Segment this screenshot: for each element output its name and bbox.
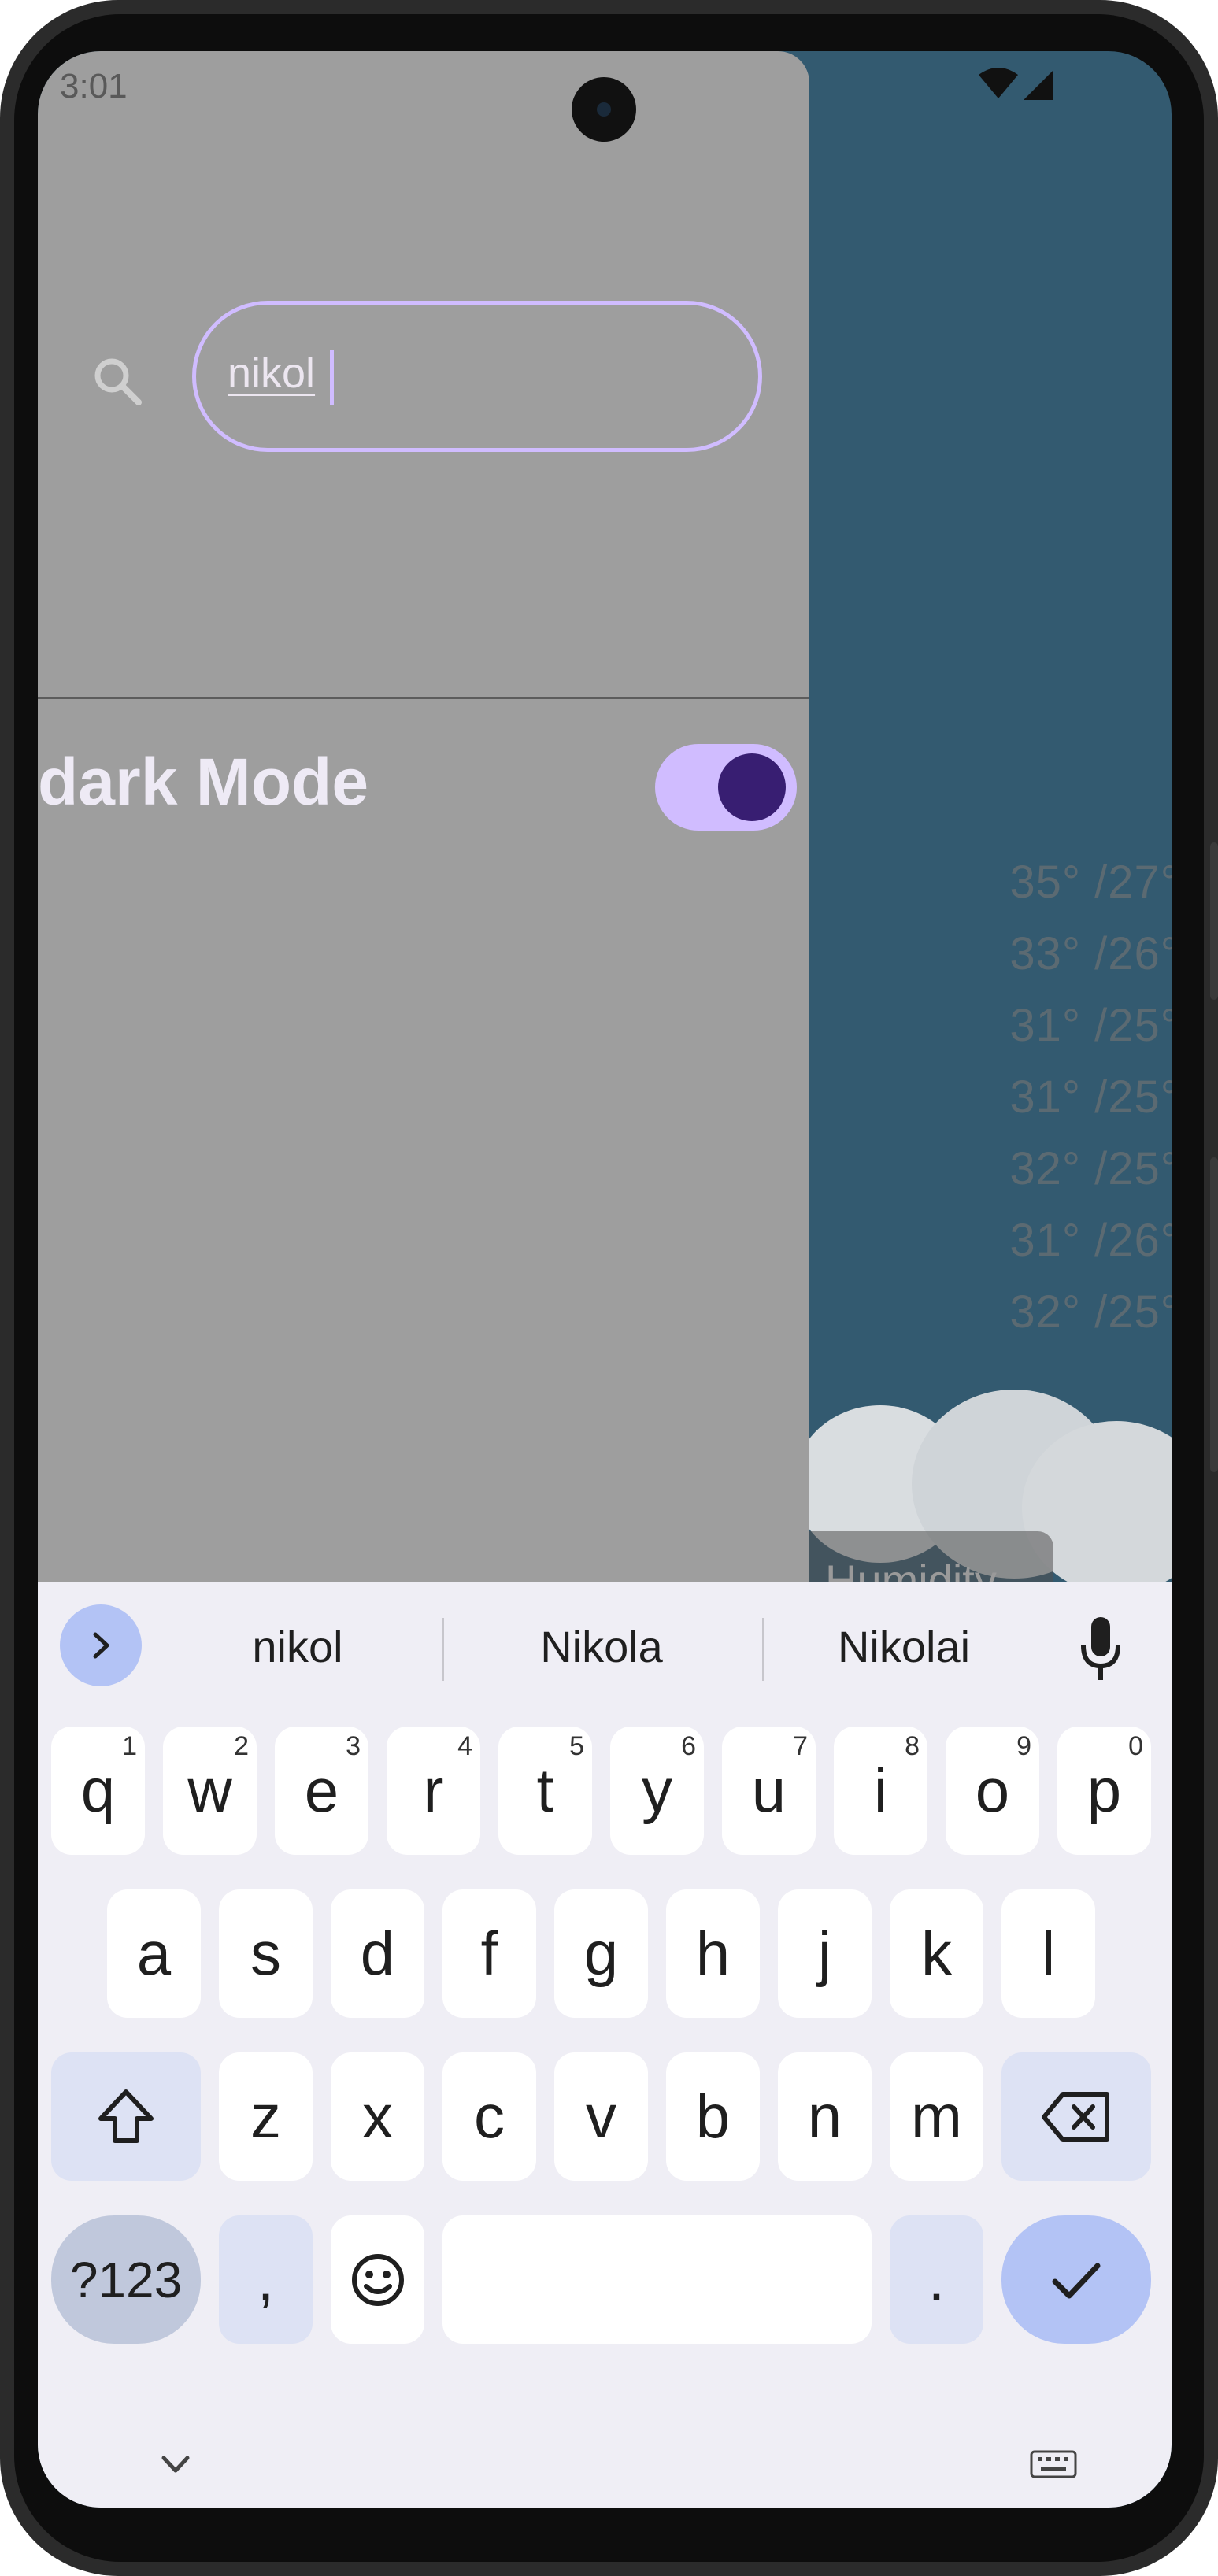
suggestion-separator — [762, 1618, 764, 1681]
enter-key[interactable] — [1001, 2215, 1151, 2344]
key-a[interactable]: a — [107, 1889, 201, 2018]
microphone-icon[interactable] — [1077, 1614, 1124, 1685]
search-input[interactable]: nikol — [192, 301, 762, 452]
hide-keyboard-icon[interactable] — [156, 2448, 195, 2480]
key-r[interactable]: r4 — [387, 1727, 480, 1855]
shift-key[interactable] — [51, 2052, 201, 2181]
backspace-key[interactable] — [1001, 2052, 1151, 2181]
key-x[interactable]: x — [331, 2052, 424, 2181]
emoji-key[interactable] — [331, 2215, 424, 2344]
comma-key[interactable]: , — [219, 2215, 313, 2344]
suggestion-expand-button[interactable] — [60, 1604, 142, 1686]
key-q[interactable]: q1 — [51, 1727, 145, 1855]
emoji-icon — [351, 2253, 404, 2306]
search-icon[interactable] — [87, 350, 150, 413]
dark-mode-label: dark Mode — [38, 745, 369, 819]
key-y[interactable]: y6 — [610, 1727, 704, 1855]
key-i[interactable]: i8 — [834, 1727, 927, 1855]
key-h[interactable]: h — [666, 1889, 760, 2018]
forecast-temp: 31° /26° — [1009, 1215, 1172, 1266]
keyboard-switch-icon[interactable] — [1030, 2448, 1077, 2480]
key-p[interactable]: p0 — [1057, 1727, 1151, 1855]
symbols-key[interactable]: ?123 — [51, 2215, 201, 2344]
chevron-right-icon — [93, 1632, 109, 1659]
status-time: 3:01 — [60, 67, 128, 105]
key-z[interactable]: z — [219, 2052, 313, 2181]
forecast-temp: 31° /25° — [1009, 1071, 1172, 1123]
status-icons — [975, 67, 1061, 106]
volume-button — [1210, 1157, 1218, 1472]
text-cursor — [330, 350, 334, 405]
key-k[interactable]: k — [890, 1889, 983, 2018]
key-t[interactable]: t5 — [498, 1727, 592, 1855]
suggestion-item[interactable]: Nikola — [476, 1608, 727, 1686]
key-s[interactable]: s — [219, 1889, 313, 2018]
forecast-temp: 32° /25° — [1009, 1286, 1172, 1338]
divider — [38, 697, 809, 699]
key-l[interactable]: l — [1001, 1889, 1095, 2018]
space-key[interactable] — [442, 2215, 872, 2344]
key-e[interactable]: e3 — [275, 1727, 368, 1855]
period-key[interactable]: . — [890, 2215, 983, 2344]
front-camera — [572, 77, 636, 142]
screen: 35° /27° 33° /26° 31° /25° 31° /25° 32° … — [38, 51, 1172, 2508]
wifi-signal-icon — [979, 68, 1053, 100]
forecast-temp: 33° /26° — [1009, 928, 1172, 979]
key-w[interactable]: w2 — [163, 1727, 257, 1855]
toggle-knob — [718, 753, 786, 821]
checkmark-icon — [1052, 2263, 1101, 2298]
key-m[interactable]: m — [890, 2052, 983, 2181]
key-j[interactable]: j — [778, 1889, 872, 2018]
suggestion-separator — [442, 1618, 444, 1681]
key-d[interactable]: d — [331, 1889, 424, 2018]
key-c[interactable]: c — [442, 2052, 536, 2181]
key-n[interactable]: n — [778, 2052, 872, 2181]
key-o[interactable]: o9 — [946, 1727, 1039, 1855]
key-u[interactable]: u7 — [722, 1727, 816, 1855]
shift-icon — [98, 2089, 154, 2143]
key-g[interactable]: g — [554, 1889, 648, 2018]
soft-keyboard: nikol Nikola Nikolai q1 w2 e3 r4 t5 y6 u… — [38, 1582, 1172, 2508]
suggestion-item[interactable]: Nikolai — [778, 1608, 1030, 1686]
suggestion-item[interactable]: nikol — [172, 1608, 424, 1686]
forecast-temp: 32° /25° — [1009, 1143, 1172, 1194]
key-v[interactable]: v — [554, 2052, 648, 2181]
key-b[interactable]: b — [666, 2052, 760, 2181]
power-button — [1210, 842, 1218, 1000]
forecast-temperatures: 35° /27° 33° /26° 31° /25° 31° /25° 32° … — [951, 846, 1172, 1348]
dark-mode-toggle[interactable] — [655, 744, 797, 831]
key-f[interactable]: f — [442, 1889, 536, 2018]
backspace-icon — [1042, 2091, 1109, 2142]
forecast-temp: 31° /25° — [1009, 1000, 1172, 1051]
search-input-value: nikol — [228, 350, 316, 397]
forecast-temp: 35° /27° — [1009, 857, 1172, 908]
